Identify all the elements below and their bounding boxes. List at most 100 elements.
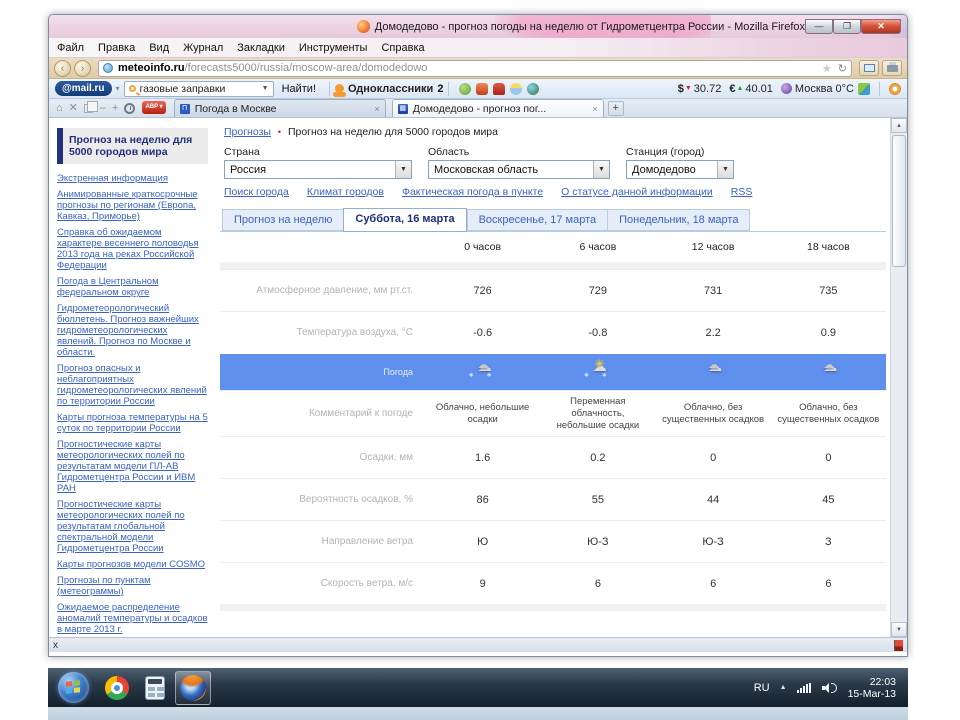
forecast-day-tab[interactable]: Понедельник, 18 марта [607,209,750,231]
scroll-up-arrow-icon[interactable]: ▲ [891,118,907,133]
forecast-day-tab[interactable]: Воскресенье, 17 марта [467,209,608,231]
sidebar-link[interactable]: Прогностические карты метеорологических … [57,439,208,494]
stop-icon[interactable]: ✕ [69,101,78,115]
print-button[interactable] [882,60,902,76]
tray-date: 15-Mar-13 [848,688,896,700]
network-signal-icon[interactable] [797,683,812,693]
forecast-day-tab[interactable]: Суббота, 16 марта [343,208,466,232]
taskbar-firefox-button[interactable] [175,671,211,705]
menu-item[interactable]: Правка [98,42,135,54]
title-bar[interactable]: Домодедово - прогноз погоды на неделю от… [49,15,907,38]
zoom-in-button[interactable]: + [112,101,118,115]
cloud-snow-icon: ☁☁∗ ∗ [425,358,540,386]
quick-link[interactable]: RSS [731,186,753,198]
region-select[interactable]: Московская область ▼ [428,160,610,179]
browser-tab-moscow[interactable]: П Погода в Москве × [174,99,386,117]
restore-button[interactable]: ❐ [833,19,861,34]
menu-item[interactable]: Инструменты [299,42,368,54]
back-button[interactable]: ‹ [54,60,71,77]
status-flag-icon[interactable] [894,640,903,651]
agent-icon[interactable] [459,83,471,95]
find-button[interactable]: Найти! [282,83,316,95]
bookmark-star-icon[interactable]: ★ [822,62,832,75]
zoom-out-button[interactable]: – [100,101,106,115]
sidebar-link[interactable]: Карты прогнозов модели COSMO [57,559,208,570]
forward-button[interactable]: › [74,60,91,77]
cell-value: -0.6 [425,324,540,342]
cell-value: 735 [771,282,886,300]
quick-link[interactable]: О статусе данной информации [561,186,713,198]
news-globe-icon[interactable] [527,83,539,95]
window-view-button[interactable] [859,60,879,76]
browser-tab-domodedovo[interactable]: ▦ Домодедово - прогноз пог... × [392,99,604,117]
taskbar: RU ▲ 22:03 15-Mar-13 [48,668,908,707]
tab-close-icon[interactable]: × [592,104,597,114]
menu-item[interactable]: Вид [149,42,169,54]
sidebar-link[interactable]: Анимированные краткосрочные прогнозы по … [57,189,208,222]
scroll-down-arrow-icon[interactable]: ▼ [891,622,907,637]
table-row: Атмосферное давление, мм рт.ст. 726 729 … [220,269,886,311]
cell-value: 45 [771,491,886,509]
language-indicator[interactable]: RU [754,682,770,694]
weather-widget-icon[interactable] [510,83,522,95]
findbar-close-button[interactable]: x [53,640,58,651]
auto-icon[interactable] [493,83,505,95]
sidebar-link[interactable]: Экстренная информация [57,173,208,184]
copy-icon[interactable] [84,104,93,113]
city-weather-value[interactable]: Москва 0°C [795,83,854,95]
row-label: Вероятность осадков, % [220,494,425,506]
cell-value: 731 [656,282,771,300]
sidebar-link[interactable]: Карты прогноза температуры на 5 суток по… [57,412,208,434]
sun-cloud-snow-icon: ☀☁∗ ∗ [540,358,655,386]
table-row: Вероятность осадков, % 86 55 44 45 [220,478,886,520]
quick-link[interactable]: Климат городов [307,186,384,198]
scrollbar-thumb[interactable] [892,135,906,267]
tray-expand-icon[interactable]: ▲ [780,684,787,691]
gear-icon[interactable] [889,83,901,95]
country-select[interactable]: Россия ▼ [224,160,412,179]
sidebar-link[interactable]: Гидрометеорологический бюллетень. Прогно… [57,303,208,358]
close-button[interactable]: ✕ [861,19,901,34]
cell-value: 1.6 [425,449,540,467]
sidebar-link[interactable]: Справка об ожидаемом характере весеннего… [57,227,208,271]
tray-clock[interactable]: 22:03 15-Mar-13 [848,676,896,700]
tab-close-icon[interactable]: × [374,104,379,114]
sidebar-link[interactable]: Прогнозы по пунктам (метеограммы) [57,575,208,597]
breadcrumb-link[interactable]: Прогнозы [224,126,271,138]
url-domain: meteoinfo.ru [118,62,185,74]
url-bar[interactable]: meteoinfo.ru /forecasts5000/russia/mosco… [98,60,852,77]
windows-start-button[interactable] [58,672,89,703]
sidebar-links: Экстренная информация Анимированные кратк… [57,173,208,637]
games-icon[interactable] [476,83,488,95]
quick-link[interactable]: Фактическая погода в пункте [402,186,543,198]
reload-icon[interactable]: ↻ [838,62,847,75]
station-select[interactable]: Домодедово ▼ [626,160,734,179]
cell-value: 0.9 [771,324,886,342]
menu-item[interactable]: Файл [57,42,84,54]
sidebar-link[interactable]: Прогноз опасных и неблагоприятных гидром… [57,363,208,407]
new-tab-button[interactable]: + [608,101,624,116]
search-dropdown-icon[interactable]: ▼ [262,85,269,92]
menu-item[interactable]: Журнал [183,42,223,54]
sidebar-link[interactable]: Погода в Центральном федеральном округе [57,276,208,298]
toolbar-search-input[interactable]: газовые заправки ▼ [124,81,274,97]
vertical-scrollbar[interactable]: ▲ ▼ [890,118,907,637]
menu-item[interactable]: Справка [381,42,424,54]
odnoklassniki-button[interactable]: Одноклассники [348,83,433,95]
taskbar-chrome-button[interactable] [99,671,135,705]
quick-link[interactable]: Поиск города [224,186,289,198]
mailru-logo-caret-icon[interactable]: ▾ [116,84,120,93]
cell-value: Ю-З [540,533,655,551]
taskbar-calculator-button[interactable] [137,671,173,705]
sidebar-link[interactable]: Ожидаемое распределение аномалий темпера… [57,602,208,635]
toolbar-widget-icon[interactable] [858,83,870,95]
home-icon[interactable]: ⌂ [56,101,63,115]
minimize-button[interactable]: — [805,19,833,34]
forecast-day-tab[interactable]: Прогноз на неделю [222,209,343,231]
adblock-icon[interactable]: ABP ▾ [142,101,165,114]
volume-icon[interactable] [822,682,836,694]
mailru-logo[interactable]: @mail.ru [55,81,112,96]
menu-item[interactable]: Закладки [237,42,285,54]
history-clock-icon[interactable] [124,103,135,114]
sidebar-link[interactable]: Прогностические карты метеорологических … [57,499,208,554]
